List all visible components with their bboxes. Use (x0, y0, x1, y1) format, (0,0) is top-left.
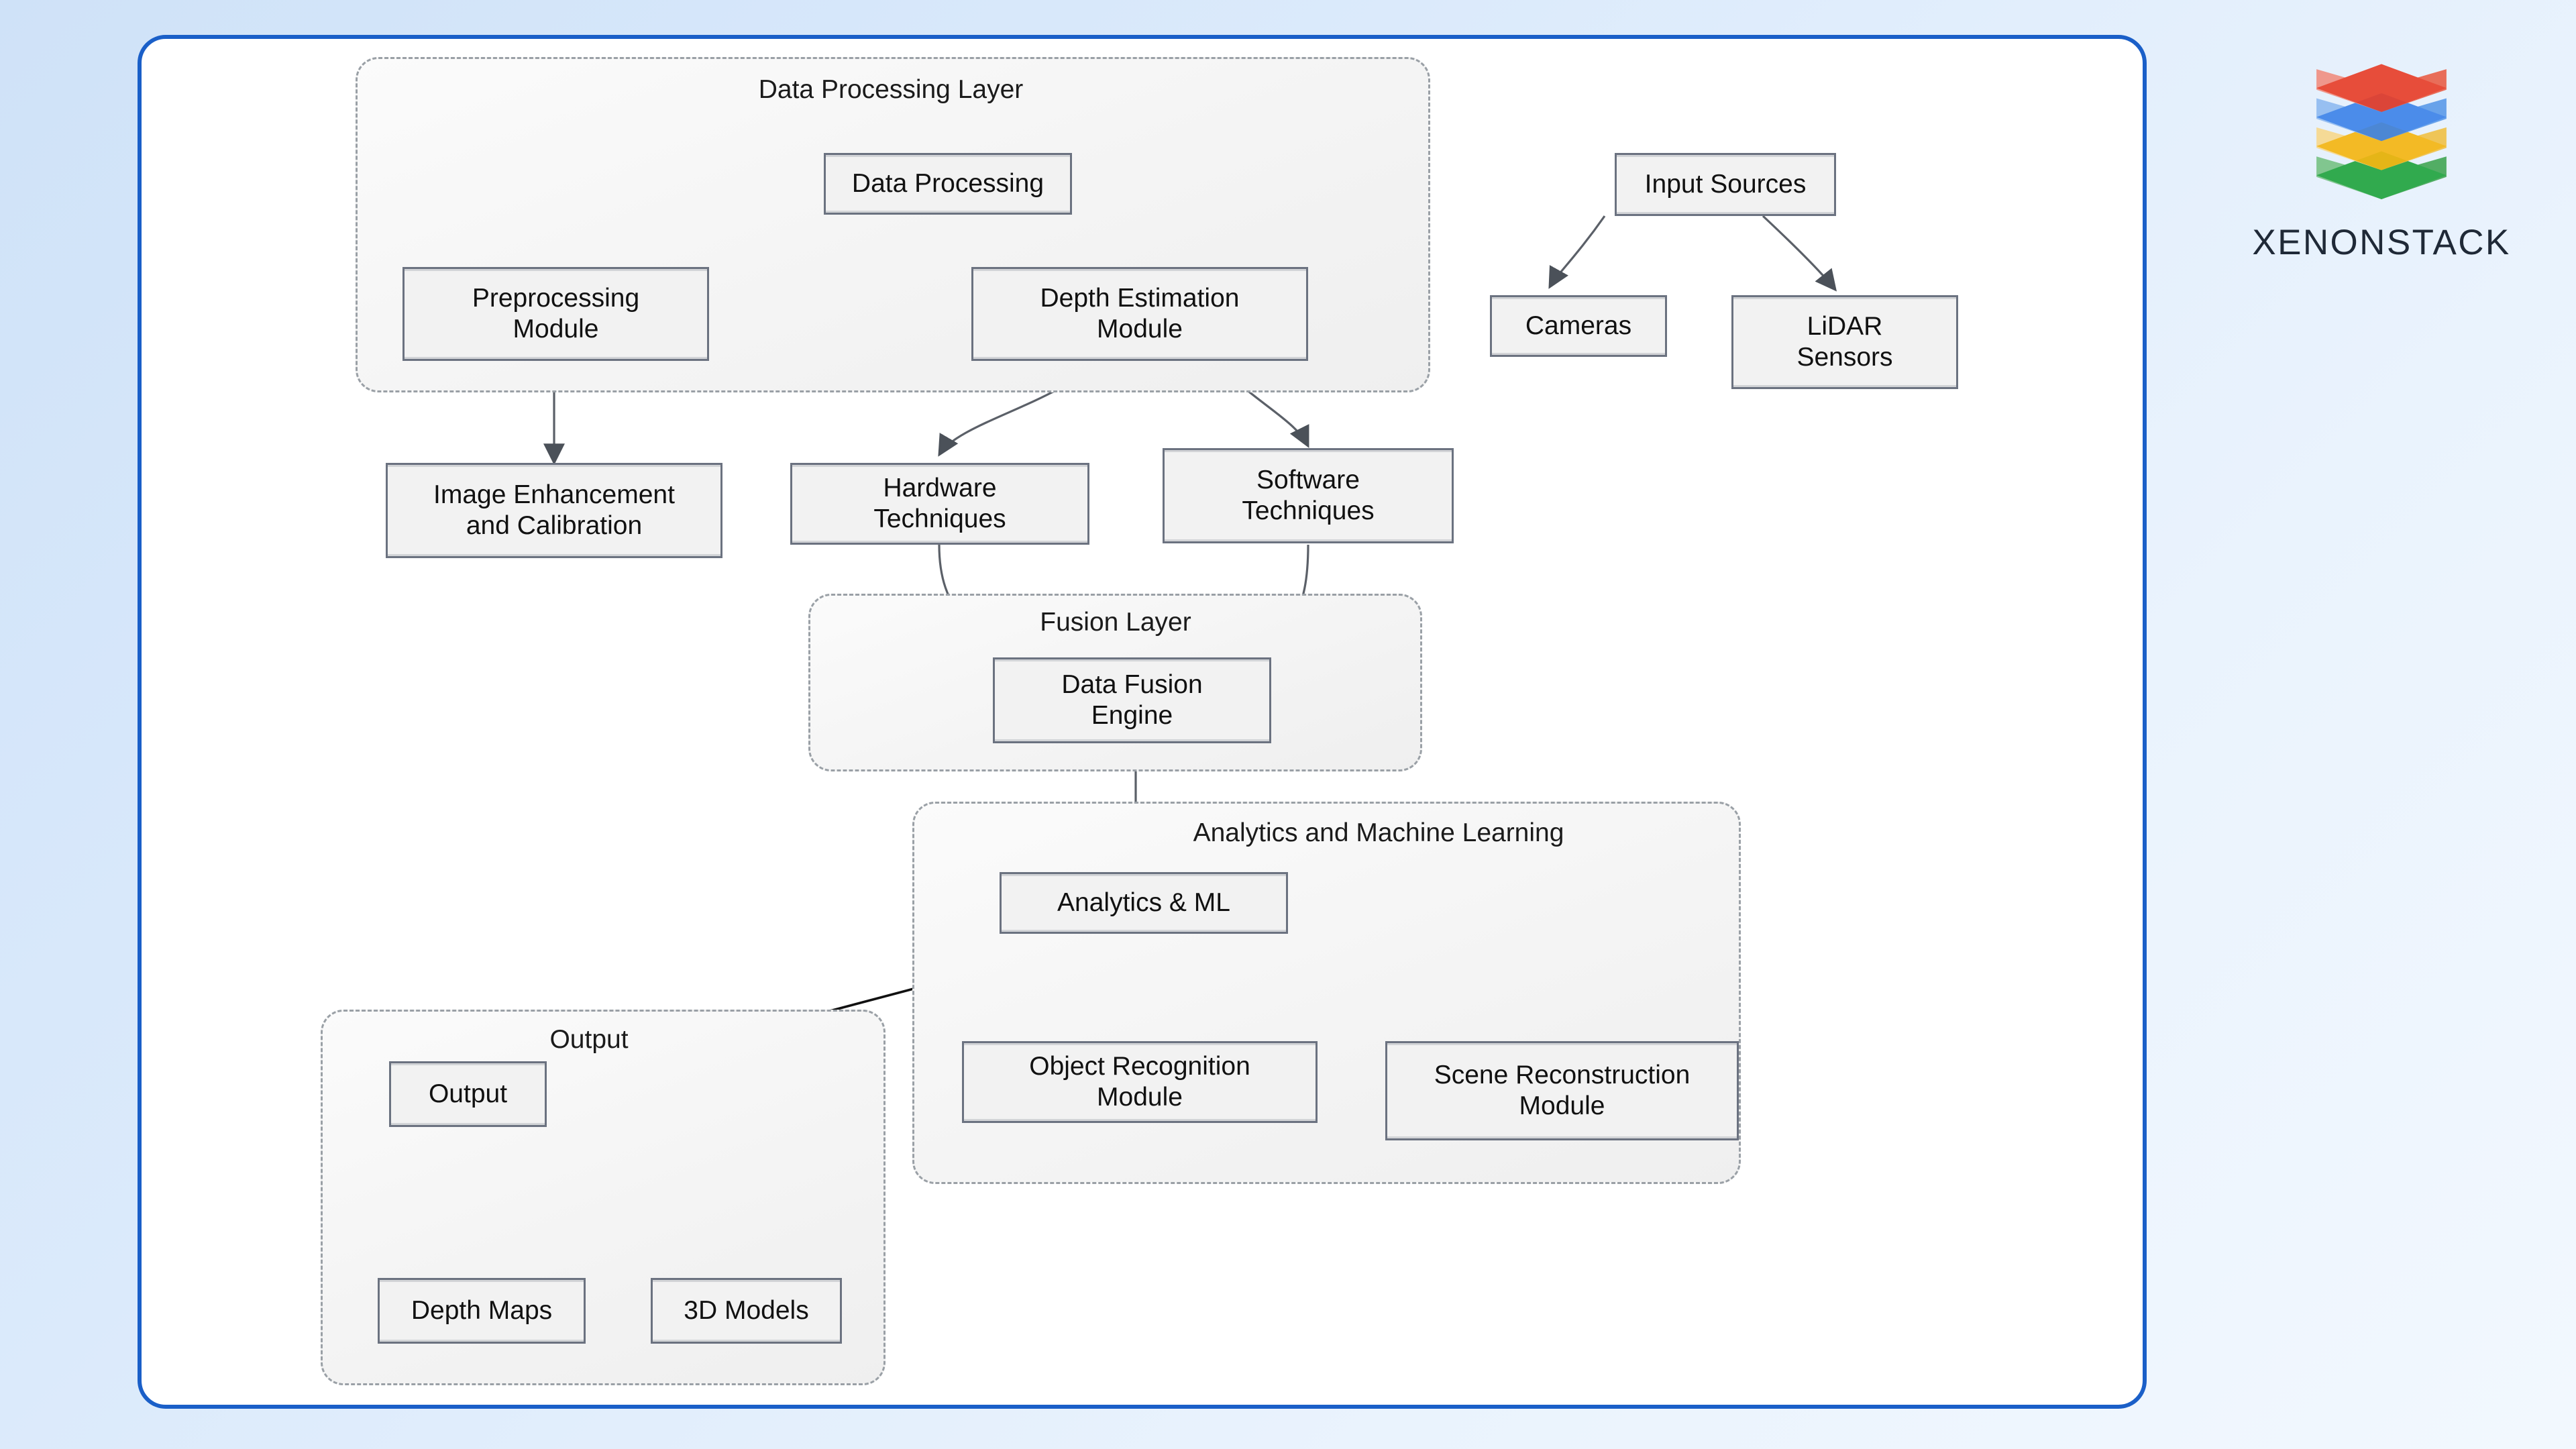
node-label-input-sources: Input Sources (1644, 169, 1807, 199)
node-label-3d-models: 3D Models (684, 1295, 809, 1325)
group-label-fusion-layer: Fusion Layer (1040, 608, 1191, 637)
node-analytics-ml[interactable]: Analytics & ML (1000, 872, 1288, 934)
node-cameras[interactable]: Cameras (1490, 295, 1667, 357)
node-label-software-techniques: Software Techniques (1242, 465, 1375, 525)
node-data-processing[interactable]: Data Processing (824, 153, 1072, 215)
node-label-depth-maps: Depth Maps (411, 1295, 553, 1325)
node-3d-models[interactable]: 3D Models (651, 1278, 842, 1344)
node-output[interactable]: Output (389, 1061, 547, 1127)
node-label-cameras: Cameras (1525, 311, 1632, 340)
node-label-hardware-techniques: Hardware Techniques (873, 473, 1006, 533)
group-label-output: Output (549, 1025, 629, 1054)
node-label-object-recognition-module: Object Recognition Module (1029, 1051, 1250, 1112)
diagram-canvas: Data Processing Layer Fusion Layer Analy… (0, 0, 2576, 1449)
node-data-fusion-engine[interactable]: Data Fusion Engine (993, 657, 1271, 743)
node-label-depth-estimation-module: Depth Estimation Module (1040, 283, 1240, 343)
layered-stack-icon (2316, 64, 2447, 199)
node-preprocessing-module[interactable]: Preprocessing Module (402, 267, 709, 361)
node-scene-reconstruction-module[interactable]: Scene Reconstruction Module (1385, 1041, 1739, 1140)
node-label-output: Output (428, 1079, 508, 1108)
brand-logo: XENONSTACK (2214, 47, 2549, 268)
node-hardware-techniques[interactable]: Hardware Techniques (790, 463, 1089, 545)
node-label-scene-reconstruction-module: Scene Reconstruction Module (1434, 1060, 1690, 1120)
node-software-techniques[interactable]: Software Techniques (1163, 448, 1454, 543)
brand-wordmark: XENONSTACK (2252, 223, 2511, 262)
node-label-data-fusion-engine: Data Fusion Engine (1061, 669, 1203, 730)
node-label-data-processing: Data Processing (851, 168, 1044, 198)
node-label-preprocessing-module: Preprocessing Module (472, 283, 640, 343)
node-object-recognition-module[interactable]: Object Recognition Module (962, 1041, 1318, 1123)
node-input-sources[interactable]: Input Sources (1615, 153, 1836, 216)
node-depth-maps[interactable]: Depth Maps (378, 1278, 586, 1344)
node-label-lidar-sensors: LiDAR Sensors (1796, 311, 1893, 372)
node-label-analytics-ml: Analytics & ML (1057, 888, 1230, 917)
node-image-enhancement-and-calibration[interactable]: Image Enhancement and Calibration (386, 463, 722, 558)
group-label-analytics-and-machine-learning: Analytics and Machine Learning (1193, 818, 1564, 847)
group-label-data-processing-layer: Data Processing Layer (758, 75, 1024, 104)
node-lidar-sensors[interactable]: LiDAR Sensors (1731, 295, 1958, 389)
node-label-image-enhancement-and-calibration: Image Enhancement and Calibration (433, 480, 675, 540)
node-depth-estimation-module[interactable]: Depth Estimation Module (971, 267, 1308, 361)
